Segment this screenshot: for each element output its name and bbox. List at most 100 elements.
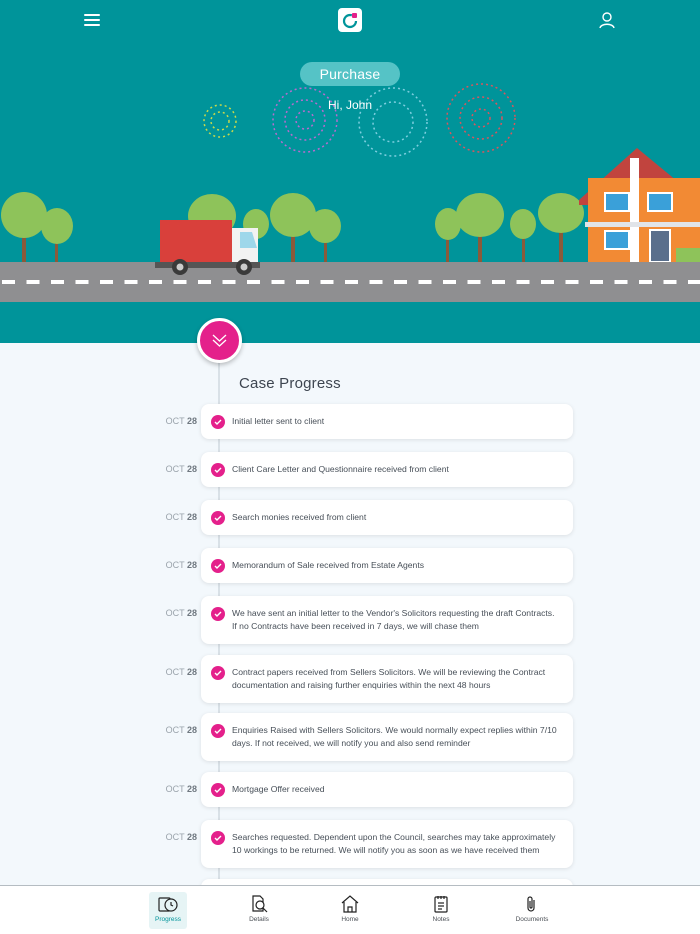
timeline-card[interactable]: We have sent an initial letter to the Ve… [201,596,573,644]
road-dash [100,280,113,284]
date-day: 28 [186,832,197,842]
road-dash [541,280,554,284]
road-dash [467,280,481,284]
road-dash [639,280,652,284]
timeline-card[interactable]: Enquiries Raised with Sellers Solicitors… [201,713,573,761]
greeting-text: Hi, John [327,98,373,112]
timeline-card[interactable]: Initial letter sent to client [201,404,573,439]
timeline-card[interactable]: Memorandum of Sale received from Estate … [201,548,573,583]
timeline-card[interactable]: Contract papers received from Sellers So… [201,655,573,703]
timeline-card[interactable]: Searches requested. Dependent upon the C… [201,820,573,868]
date-day: 28 [186,464,197,474]
road-dash [75,280,89,284]
street-scene-illustration [0,83,700,302]
road-dash [173,280,187,284]
trees [1,192,584,262]
road-dash [222,280,236,284]
timeline-date: OCT 28 [152,464,197,474]
timeline-date: OCT 28 [152,667,197,677]
road-dash [26,280,40,284]
date-month: OCT [165,725,185,735]
road-dash [198,280,211,284]
details-search-icon [252,895,268,913]
hamburger-menu-icon[interactable] [80,9,104,31]
date-month: OCT [165,416,185,426]
timeline-text: Searches requested. Dependent upon the C… [232,832,556,855]
timeline-date: OCT 28 [152,725,197,735]
check-icon [211,724,225,738]
house-illustration [579,148,700,263]
firework-yellow [203,104,237,138]
road-dash [492,280,505,284]
app-logo-icon[interactable] [338,8,362,32]
hero-banner: Purchase Hi, John [0,0,700,343]
timeline-date: OCT 28 [152,784,197,794]
road-dash [590,280,603,284]
road-dash [149,280,162,284]
timeline-date: OCT 28 [152,832,197,842]
double-chevron-down-icon [212,334,227,347]
timeline-card[interactable]: Client Care Letter and Questionnaire rec… [201,452,573,487]
date-day: 28 [186,512,197,522]
road-dash [369,280,383,284]
date-month: OCT [165,560,185,570]
check-icon [211,783,225,797]
firework-red [446,83,516,153]
road-dash [443,280,456,284]
road-dash [688,280,700,284]
timeline-date: OCT 28 [152,608,197,618]
nav-label: Home [341,916,359,923]
road-dash [51,280,64,284]
timeline-text: Search monies received from client [232,512,367,522]
date-month: OCT [165,784,185,794]
progress-clock-icon [158,897,178,912]
timeline-text: Mortgage Offer received [232,784,325,794]
date-day: 28 [186,416,197,426]
user-profile-icon[interactable] [596,9,618,31]
date-month: OCT [165,512,185,522]
home-icon [341,895,359,913]
date-day: 28 [186,667,197,677]
road-dash [247,280,260,284]
road-dash [2,280,15,284]
road-markings [2,280,700,284]
timeline-date: OCT 28 [152,512,197,522]
nav-label: Details [249,916,269,923]
timeline-text: Enquiries Raised with Sellers Solicitors… [232,725,557,748]
section-title: Case Progress [239,375,341,392]
timeline-date: OCT 28 [152,560,197,570]
nav-notes[interactable]: Notes [422,892,460,929]
check-icon [211,607,225,621]
road-dash [614,280,628,284]
check-icon [211,559,225,573]
notes-icon [434,896,448,913]
road-dash [565,280,579,284]
check-icon [211,463,225,477]
nav-progress[interactable]: Progress [149,892,187,929]
road-dash [516,280,530,284]
timeline-card[interactable]: Mortgage Offer received [201,772,573,807]
nav-home[interactable]: Home [331,892,369,929]
nav-details[interactable]: Details [240,892,278,929]
road-dash [296,280,309,284]
delivery-truck-illustration [155,220,260,275]
date-day: 28 [186,784,197,794]
road-dash [320,280,334,284]
date-day: 28 [186,560,197,570]
date-month: OCT [165,667,185,677]
road-dash [345,280,358,284]
timeline-text: Initial letter sent to client [232,416,325,426]
timeline-date: OCT 28 [152,416,197,426]
road-dash [394,280,407,284]
road-dash [124,280,138,284]
date-month: OCT [165,464,185,474]
date-month: OCT [165,608,185,618]
bottom-navigation: Progress Details Home Notes Documents [0,885,700,934]
road-dash [663,280,677,284]
check-icon [211,511,225,525]
nav-documents[interactable]: Documents [513,892,551,929]
expand-chevron-button[interactable] [197,318,242,363]
check-icon [211,831,225,845]
timeline-card[interactable]: Search monies received from client [201,500,573,535]
paperclip-icon [527,896,535,912]
